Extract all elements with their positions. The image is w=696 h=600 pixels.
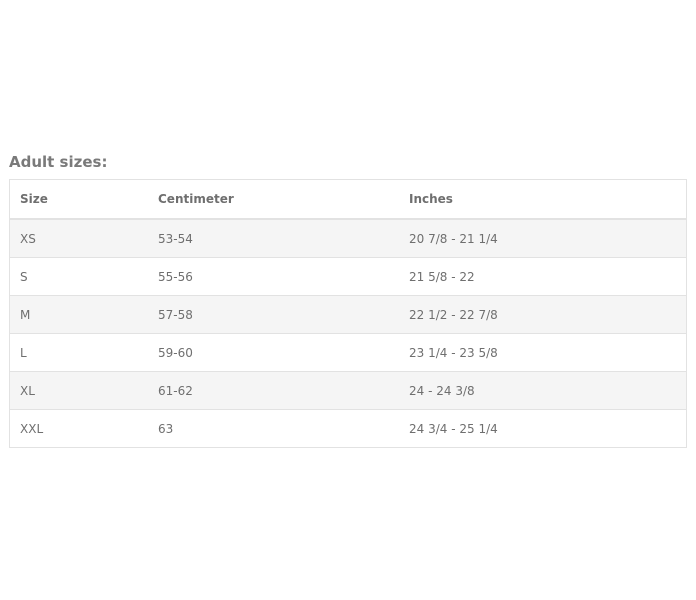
cell-inches: 21 5/8 - 22 (399, 257, 687, 296)
cell-size: S (9, 257, 148, 296)
cell-centimeter: 55-56 (148, 257, 399, 296)
cell-inches: 20 7/8 - 21 1/4 (399, 218, 687, 258)
cell-inches: 23 1/4 - 23 5/8 (399, 333, 687, 372)
table-row: M 57-58 22 1/2 - 22 7/8 (9, 295, 687, 334)
table-row: S 55-56 21 5/8 - 22 (9, 257, 687, 296)
cell-inches: 24 3/4 - 25 1/4 (399, 409, 687, 448)
cell-inches: 22 1/2 - 22 7/8 (399, 295, 687, 334)
size-chart-table: Size Centimeter Inches XS 53-54 20 7/8 -… (9, 179, 687, 448)
cell-centimeter: 59-60 (148, 333, 399, 372)
section-title: Adult sizes: (9, 153, 108, 171)
table-row: XL 61-62 24 - 24 3/8 (9, 371, 687, 410)
cell-size: XXL (9, 409, 148, 448)
table-row: L 59-60 23 1/4 - 23 5/8 (9, 333, 687, 372)
table-row: XS 53-54 20 7/8 - 21 1/4 (9, 218, 687, 258)
column-header-centimeter: Centimeter (148, 179, 399, 220)
cell-centimeter: 61-62 (148, 371, 399, 410)
column-header-size: Size (9, 179, 148, 220)
cell-size: XS (9, 218, 148, 258)
cell-size: L (9, 333, 148, 372)
table-header-row: Size Centimeter Inches (9, 179, 687, 220)
table-row: XXL 63 24 3/4 - 25 1/4 (9, 409, 687, 448)
cell-size: M (9, 295, 148, 334)
cell-size: XL (9, 371, 148, 410)
cell-centimeter: 57-58 (148, 295, 399, 334)
cell-centimeter: 53-54 (148, 218, 399, 258)
cell-inches: 24 - 24 3/8 (399, 371, 687, 410)
cell-centimeter: 63 (148, 409, 399, 448)
column-header-inches: Inches (399, 179, 687, 220)
